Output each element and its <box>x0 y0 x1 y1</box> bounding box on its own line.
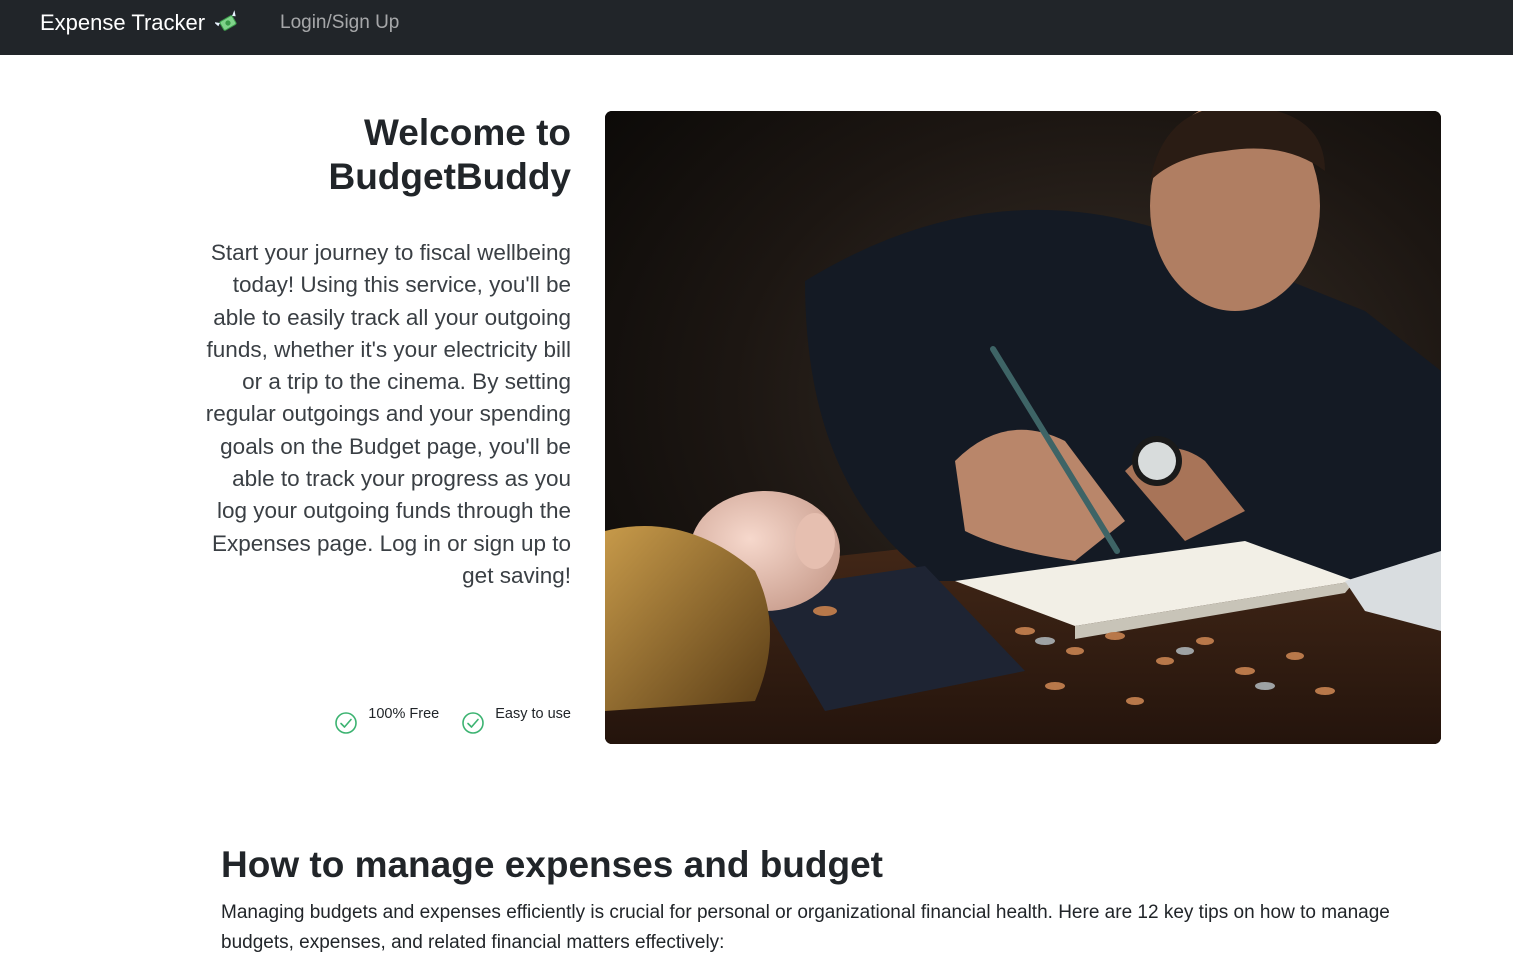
feature-label: 100% Free <box>368 706 440 722</box>
flying-money-icon <box>213 10 241 36</box>
feature-label: Easy to use <box>495 706 571 722</box>
feature-list: 100% Free Easy to use <box>200 704 571 735</box>
brand-name: Expense Tracker <box>40 10 206 35</box>
nav-login-signup[interactable]: Login/Sign Up <box>280 10 399 36</box>
feature-free: 100% Free <box>334 704 439 735</box>
info-section: How to manage expenses and budget Managi… <box>221 840 1441 958</box>
hero-lead: Start your journey to fiscal wellbeing t… <box>205 240 571 588</box>
check-circle-icon <box>334 711 358 735</box>
check-circle-icon <box>461 711 485 735</box>
top-navbar: Expense Tracker Login/Sign Up <box>0 0 1513 55</box>
section-title: How to manage expenses and budget <box>221 844 884 885</box>
hero-text: Welcome to BudgetBuddy Start your journe… <box>200 111 571 592</box>
hero-image <box>605 111 1441 744</box>
section-body: Managing budgets and expenses efficientl… <box>221 902 1390 953</box>
hero-title: Welcome to BudgetBuddy <box>328 112 571 197</box>
feature-easy: Easy to use <box>461 704 571 735</box>
brand-link[interactable]: Expense Tracker <box>40 8 241 38</box>
